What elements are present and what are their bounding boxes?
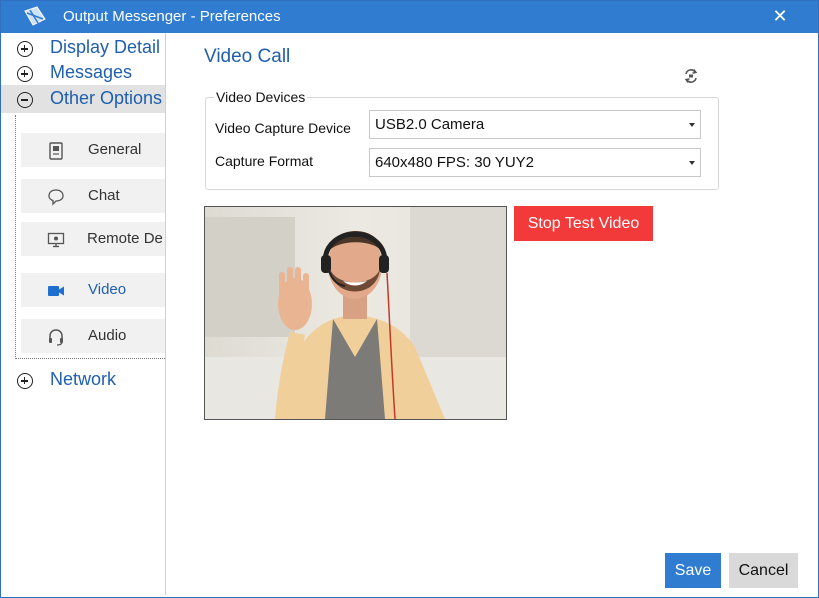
sidebar-item-chat[interactable]: Chat [21, 179, 165, 213]
expand-plus-icon[interactable] [17, 373, 33, 389]
sidebar-category-network[interactable]: Network [1, 368, 165, 392]
sidebar-category-other-options[interactable]: Other Options [1, 85, 165, 113]
sidebar-item-remote-desktop[interactable]: Remote De [21, 222, 165, 256]
expand-plus-icon[interactable] [17, 41, 33, 57]
chat-bubble-icon [48, 189, 64, 206]
headset-icon [49, 329, 63, 346]
sidebar-item-label: Chat [88, 187, 120, 204]
save-button[interactable]: Save [665, 553, 721, 588]
collapse-minus-icon[interactable] [17, 92, 33, 108]
sidebar-item-label: Audio [88, 327, 127, 344]
preferences-window: Output Messenger - Preferences ✕ Display… [0, 0, 819, 598]
refresh-devices-icon[interactable] [683, 68, 699, 84]
sidebar-category-label: Network [50, 369, 117, 389]
webcam-video-frame [205, 207, 506, 419]
sidebar-item-video[interactable]: Video [21, 273, 165, 307]
select-value: 640x480 FPS: 30 YUY2 [375, 154, 534, 171]
sidebar-category-label: Display Detail [50, 37, 161, 57]
sidebar-category-label: Other Options [50, 88, 163, 108]
sidebar-item-label: Remote De [87, 230, 163, 247]
video-capture-device-select[interactable]: USB2.0 Camera [369, 110, 701, 139]
select-value: USB2.0 Camera [375, 116, 485, 133]
sidebar-category-display-detail[interactable]: Display Detail [1, 36, 165, 60]
sidebar: Display Detail Messages Other Options Ge… [1, 33, 166, 595]
remote-desktop-icon [47, 232, 65, 248]
video-preview [204, 206, 507, 420]
video-camera-icon [48, 286, 64, 296]
group-title: Video Devices [214, 89, 308, 105]
sidebar-item-audio[interactable]: Audio [21, 319, 165, 353]
sidebar-category-messages[interactable]: Messages [1, 61, 165, 85]
sidebar-category-label: Messages [50, 62, 133, 82]
cancel-button[interactable]: Cancel [729, 553, 798, 588]
chevron-down-icon[interactable] [689, 161, 695, 165]
page-title: Video Call [204, 46, 291, 67]
title-bar[interactable]: Output Messenger - Preferences ✕ [1, 1, 818, 33]
close-icon[interactable]: ✕ [769, 4, 791, 28]
window-title: Output Messenger - Preferences [63, 8, 281, 25]
stop-test-video-button[interactable]: Stop Test Video [514, 206, 653, 241]
settings-content: Video Call Video Devices Video Capture D… [166, 33, 816, 595]
capture-format-label: Capture Format [215, 153, 314, 169]
capture-format-select[interactable]: 640x480 FPS: 30 YUY2 [369, 148, 701, 177]
expand-plus-icon[interactable] [17, 66, 33, 82]
chevron-down-icon[interactable] [689, 123, 695, 127]
general-icon [49, 142, 63, 160]
sidebar-item-label: Video [88, 281, 127, 298]
sidebar-item-label: General [88, 141, 142, 158]
output-messenger-logo-icon [24, 6, 46, 26]
sidebar-item-general[interactable]: General [21, 133, 165, 167]
video-capture-device-label: Video Capture Device [215, 120, 351, 136]
